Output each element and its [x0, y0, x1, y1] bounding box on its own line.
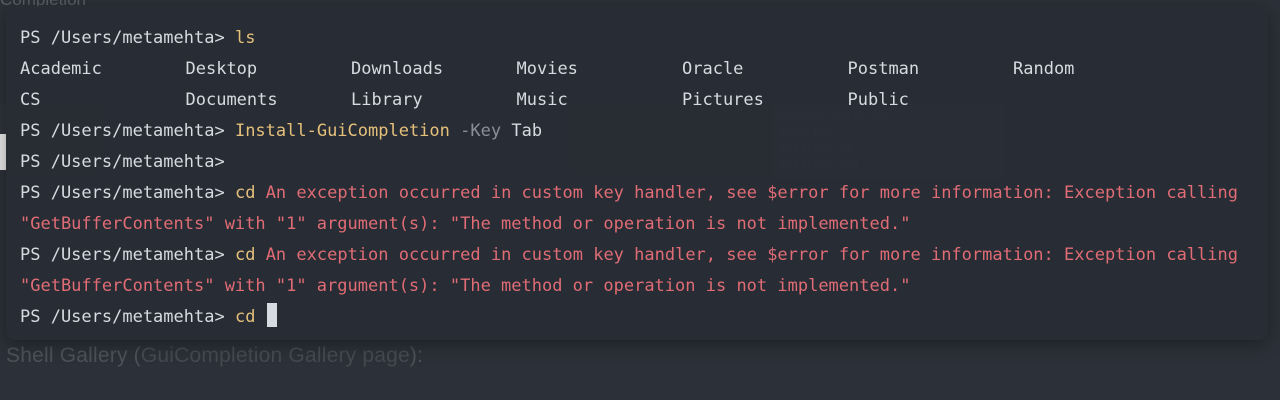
command: cd	[234, 245, 256, 265]
caption-text: Shell Gallery (	[6, 344, 141, 367]
prompt: PS /Users/metamehta>	[20, 307, 225, 327]
prompt: PS /Users/metamehta>	[20, 152, 225, 172]
command: cd	[234, 183, 256, 203]
ls-entry: Public	[847, 90, 909, 110]
ls-entry: Desktop	[185, 59, 258, 79]
ls-entry: Academic	[20, 59, 102, 79]
command: ls	[234, 28, 256, 48]
command: Install-GuiCompletion	[234, 121, 450, 141]
prompt: PS /Users/metamehta>	[20, 245, 225, 265]
terminal-line: PS /Users/metamehta> cd An exception occ…	[20, 178, 1238, 209]
prompt: PS /Users/metamehta>	[20, 121, 225, 141]
error-message: "GetBufferContents" with "1" argument(s)…	[20, 276, 911, 296]
caption-link[interactable]: GuiCompletion Gallery page	[141, 344, 410, 367]
error-message: An exception occurred in custom key hand…	[265, 245, 1238, 265]
ls-entry: Documents	[185, 90, 278, 110]
terminal-line: "GetBufferContents" with "1" argument(s)…	[20, 271, 1238, 302]
ls-entry: CS	[20, 90, 41, 110]
terminal-line: PS /Users/metamehta>	[20, 147, 1238, 178]
terminal-window[interactable]: PS /Users/metamehta> ls Academic Desktop Do…	[6, 6, 1268, 340]
ls-entry: Random	[1013, 59, 1075, 79]
ls-entry: Downloads	[351, 59, 444, 79]
terminal-line: Academic Desktop Downloads Movies Oracle Post…	[20, 54, 1238, 85]
terminal-output: PS /Users/metamehta> ls Academic Desktop Do…	[20, 23, 1238, 333]
error-message: "GetBufferContents" with "1" argument(s)…	[20, 214, 911, 234]
ls-entry: Library	[351, 90, 423, 110]
command: cd	[234, 307, 256, 327]
command-parameter: -Key	[460, 121, 502, 141]
prompt: PS /Users/metamehta>	[20, 28, 225, 48]
ls-entry: Oracle	[682, 59, 744, 79]
ls-entry: Pictures	[682, 90, 764, 110]
terminal-line: PS /Users/metamehta> Install-GuiCompleti…	[20, 116, 1238, 147]
prompt: PS /Users/metamehta>	[20, 183, 225, 203]
terminal-line: PS /Users/metamehta> ls	[20, 23, 1238, 54]
terminal-line: "GetBufferContents" with "1" argument(s)…	[20, 209, 1238, 240]
caption-end: ):	[409, 344, 424, 367]
error-message: An exception occurred in custom key hand…	[265, 183, 1238, 203]
ls-entry: Movies	[516, 59, 578, 79]
terminal-line: CS Documents Library Music Pictures Public	[20, 85, 1238, 116]
command-argument: Tab	[511, 121, 543, 141]
text-cursor	[266, 303, 277, 327]
background-caption: Shell Gallery (GuiCompletion Gallery pag…	[6, 344, 423, 368]
terminal-line: PS /Users/metamehta> cd	[20, 302, 1238, 333]
ls-entry: Music	[516, 90, 568, 110]
terminal-line: PS /Users/metamehta> cd An exception occ…	[20, 240, 1238, 271]
ls-entry: Postman	[847, 59, 920, 79]
